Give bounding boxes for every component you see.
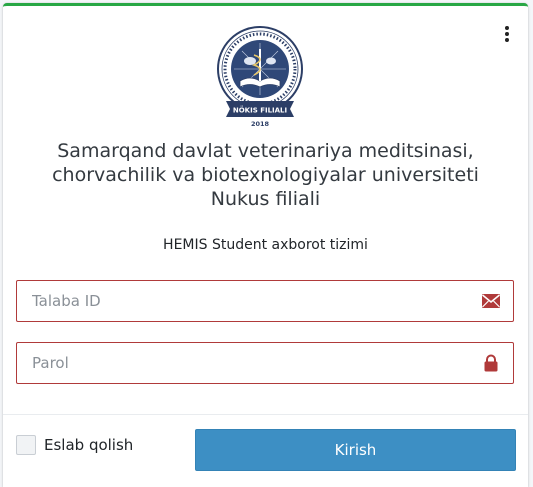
remember-me[interactable]: Eslab qolish (16, 435, 133, 455)
student-id-input[interactable] (17, 281, 472, 321)
password-field[interactable] (16, 342, 514, 384)
logo-year: 2018 (251, 120, 270, 128)
system-subtitle: HEMIS Student axborot tizimi (163, 237, 368, 253)
university-title: Samarqand davlat veterinariya meditsinas… (52, 140, 479, 210)
password-input[interactable] (17, 343, 472, 383)
lock-icon (484, 354, 498, 372)
remember-checkbox[interactable] (16, 435, 36, 455)
university-emblem-logo: NÖKIS FILIALI 2018 (217, 26, 303, 128)
more-vertical-icon[interactable] (504, 26, 510, 42)
remember-label: Eslab qolish (44, 436, 134, 454)
envelope-icon (481, 294, 501, 308)
login-card: NÖKIS FILIALI 2018 Samarqand davlat vete… (3, 3, 528, 487)
student-id-field[interactable] (16, 280, 514, 322)
form-divider (3, 414, 528, 415)
logo-ribbon-text: NÖKIS FILIALI (233, 106, 287, 115)
login-button[interactable]: Kirish (195, 429, 516, 471)
